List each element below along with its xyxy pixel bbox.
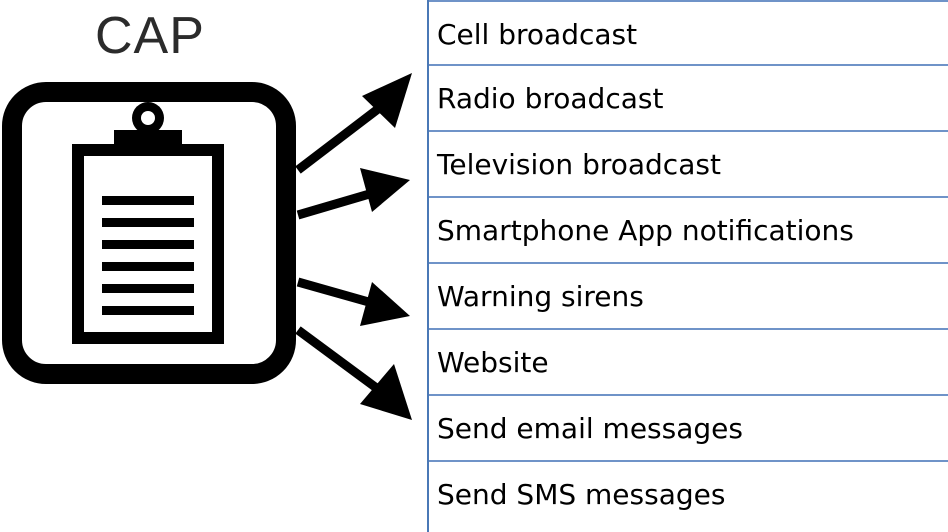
channel-television-broadcast: Television broadcast (429, 132, 948, 198)
arrowhead-2 (360, 168, 410, 212)
channel-smartphone-app-notifications: Smartphone App notifications (429, 198, 948, 264)
channel-send-sms-messages: Send SMS messages (437, 478, 726, 511)
channel-send-email-messages: Send email messages (429, 396, 948, 462)
channel-radio-broadcast: Radio broadcast (429, 66, 948, 132)
channel-cell-broadcast: Cell broadcast (429, 0, 948, 66)
distribution-arrows (295, 73, 412, 420)
arrowhead-3 (360, 282, 410, 326)
arrowhead-4 (360, 364, 412, 420)
clipboard-icon (2, 82, 296, 384)
channel-website: Website (429, 330, 948, 396)
channel-warning-sirens: Warning sirens (429, 264, 948, 330)
channel-list: Cell broadcast Radio broadcast Televisio… (427, 0, 948, 532)
